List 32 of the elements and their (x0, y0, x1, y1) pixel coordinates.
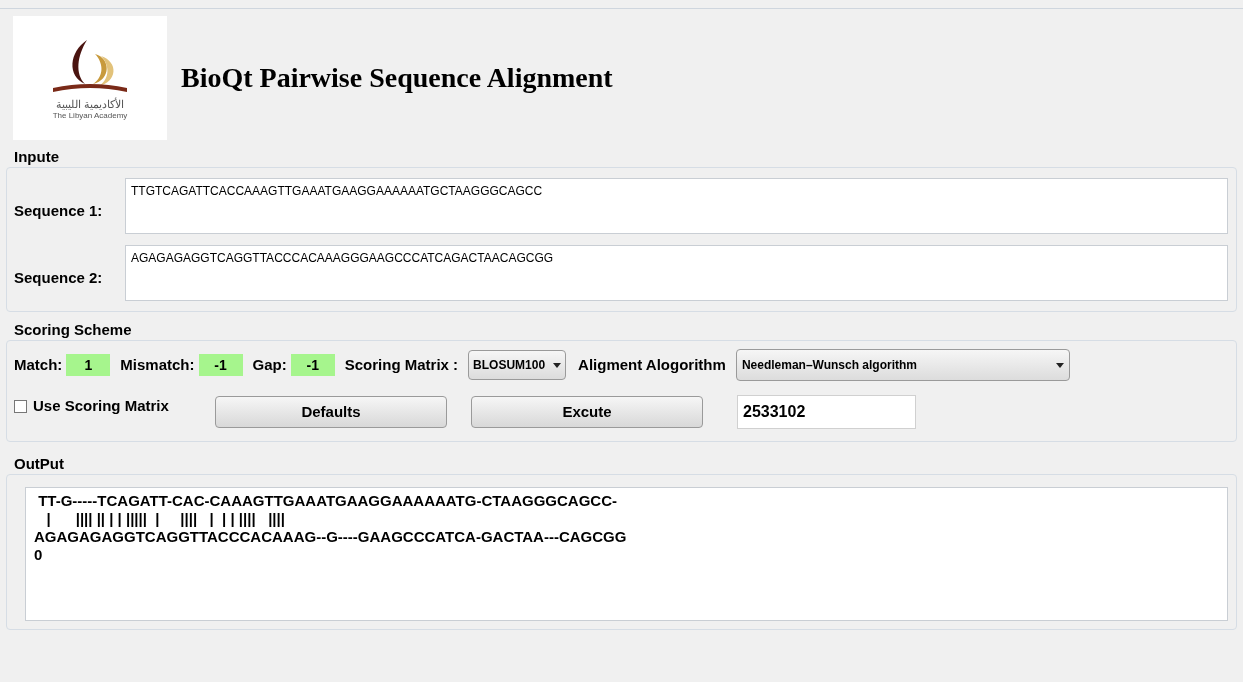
param-label: Gap: (252, 354, 287, 375)
field-label: Sequence 1: (13, 200, 104, 221)
output-line: | |||| || | | ||||| | |||| | | | |||| |||| (45, 510, 285, 528)
group-title: Inpute (13, 147, 60, 167)
param-label: Match: (14, 354, 63, 375)
group-title: OutPut (13, 454, 65, 474)
action-button[interactable]: Defaults (215, 396, 447, 428)
param-label: Mismatch: (120, 354, 195, 375)
output-line: AGAGAGAGGTCAGGTTACCCACAAAG--G----GAAGCCCATCA-GACTAA---CAGCGG (34, 528, 627, 546)
logo-caption: The Libyan Academy (52, 110, 128, 122)
sequence-field[interactable]: AGAGAGAGGTCAGGTTACCCACAAAGGGAAGCCCATCAGACTAACAGCGG (125, 245, 1228, 301)
checkbox[interactable] (14, 399, 27, 413)
app-title: BioQt Pairwise Sequence Alignment (181, 61, 613, 95)
sequence-field[interactable]: TTGTCAGATTCACCAAAGTTGAAATGAAGGAAAAAATGCTAAGGGCAGCC (125, 178, 1228, 234)
field-label: Sequence 2: (13, 267, 104, 288)
caret-icon (1055, 362, 1064, 368)
caret-icon (553, 362, 562, 368)
group-title: Scoring Scheme (13, 320, 133, 340)
output-line: TT-G-----TCAGATT-CAC-CAAAGTTGAAATGAAGGAAAAAATG-CTAAGGGCAGCC- (37, 492, 617, 510)
algorithm-label: Aligment Alogorithm (578, 354, 726, 375)
number-field[interactable]: 1 (66, 354, 111, 376)
output-area[interactable]: TT-G-----TCAGATT-CAC-CAAAGTTGAAATGAAGGAAAAAATG-CTAAGGGCAGCC- | |||| || | | ||||| | |||| | | | |||| |||| AGAGAGAGGTCAGGTTACCCACAAAG--G----GAAGCCCATCA-GACTAA---CAGCGG 0 (25, 487, 1228, 621)
matrix-label: Scoring Matrix : (344, 354, 459, 375)
result-field[interactable]: 2533102 (737, 395, 916, 429)
logo-text: الأكاديمية الليبية (55, 98, 125, 110)
action-button[interactable]: Excute (471, 396, 703, 428)
checkbox-label: Use Scoring Matrix (33, 396, 169, 416)
number-field[interactable]: -1 (198, 354, 243, 376)
number-field[interactable]: -1 (290, 354, 335, 376)
algorithm-dropdown[interactable]: Needleman–Wunsch algorithm (735, 349, 1070, 381)
matrix-dropdown[interactable]: BLOSUM100 (468, 350, 567, 380)
output-line: 0 (34, 546, 43, 564)
